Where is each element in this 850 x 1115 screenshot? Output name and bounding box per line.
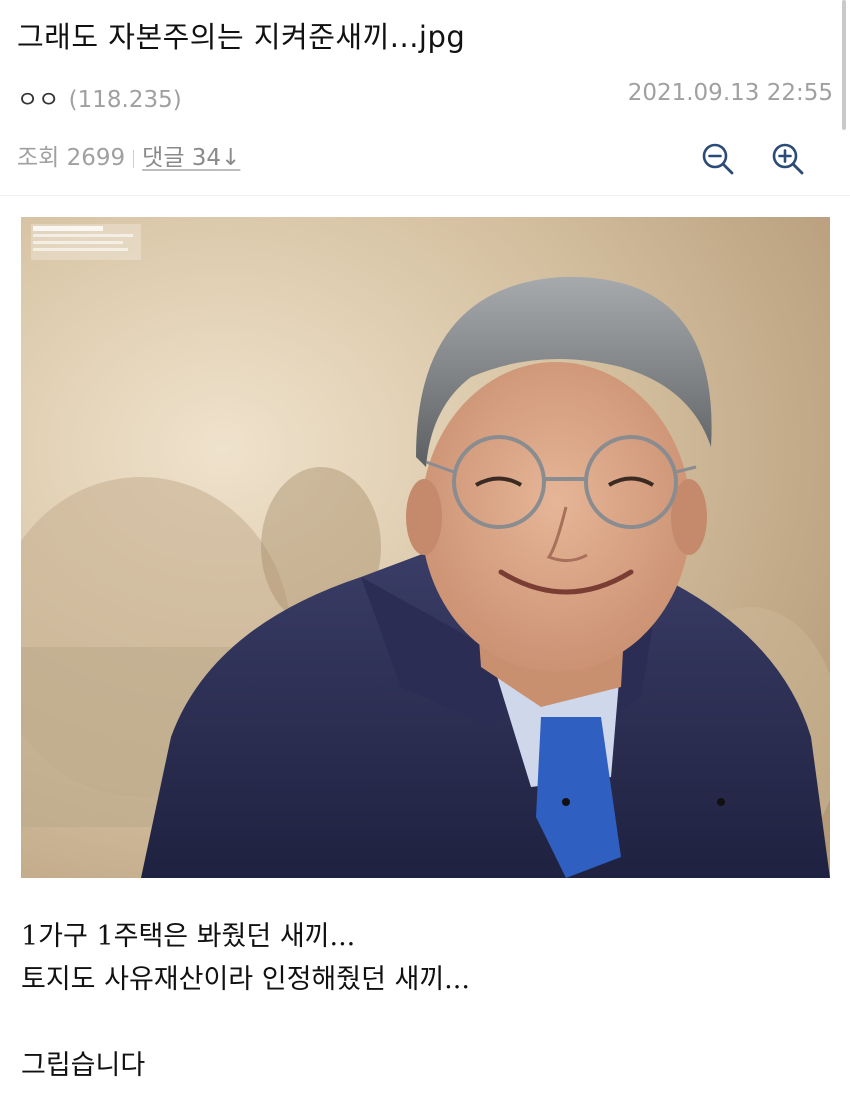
author-info[interactable]: ㅇㅇ (118.235) <box>17 80 182 114</box>
post-date: 2021.09.13 22:55 <box>627 80 833 106</box>
body-line: 토지도 사유재산이라 인정해줬던 새끼... <box>21 964 470 995</box>
post-image[interactable] <box>21 217 830 878</box>
arrow-down-icon: ↓ <box>221 145 241 171</box>
portrait-photo <box>21 217 830 878</box>
body-blank-line <box>21 1001 470 1044</box>
scrollbar[interactable] <box>842 0 846 130</box>
body-line: 그립습니다 <box>21 1050 146 1081</box>
author-ip: (118.235) <box>68 87 182 113</box>
zoom-in-icon <box>772 143 804 175</box>
body-line: 1가구 1주택은 봐줬던 새끼... <box>21 921 356 952</box>
zoom-out-icon <box>702 143 734 175</box>
header-divider <box>0 195 850 196</box>
author-name[interactable]: ㅇㅇ <box>17 87 59 113</box>
post-page: 그래도 자본주의는 지켜준새끼...jpg ㅇㅇ (118.235) 2021.… <box>0 0 850 1115</box>
post-title: 그래도 자본주의는 지켜준새끼...jpg <box>17 20 466 54</box>
view-count: 조회 2699 <box>17 145 126 171</box>
post-body: 1가구 1주택은 봐줬던 새끼... 토지도 사유재산이라 인정해줬던 새끼..… <box>21 915 470 1087</box>
stat-divider <box>133 149 135 168</box>
post-stats: 조회 2699 댓글 34↓ <box>17 138 240 172</box>
comment-count-link[interactable]: 댓글 34↓ <box>142 145 240 171</box>
post-meta: ㅇㅇ (118.235) 2021.09.13 22:55 <box>17 80 833 114</box>
zoom-out-button[interactable] <box>700 141 736 177</box>
comment-count: 댓글 34 <box>142 145 222 171</box>
zoom-in-button[interactable] <box>770 141 806 177</box>
